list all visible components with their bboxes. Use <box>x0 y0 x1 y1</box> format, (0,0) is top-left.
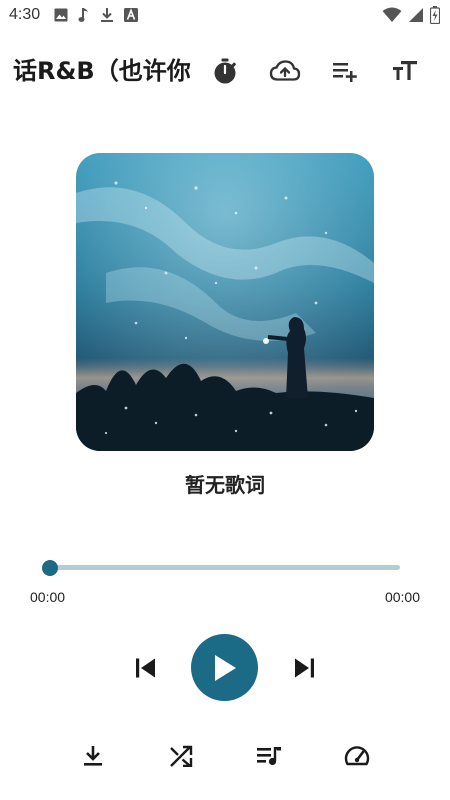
album-art <box>76 153 374 451</box>
skip-next-icon <box>295 658 314 678</box>
wifi-icon <box>382 7 402 23</box>
play-button[interactable] <box>191 634 258 701</box>
notification-icons <box>54 7 139 23</box>
signal-icon <box>408 7 424 23</box>
text-size-button[interactable] <box>388 54 422 88</box>
timer-icon <box>214 58 236 84</box>
system-icons <box>382 6 440 24</box>
text-size-icon <box>393 61 417 80</box>
playlist-add-icon <box>333 63 357 82</box>
playback-speed-button[interactable] <box>339 738 375 774</box>
previous-button[interactable] <box>127 650 163 686</box>
play-icon <box>214 654 236 681</box>
speed-icon <box>344 746 370 766</box>
shuffle-icon <box>170 745 193 767</box>
cloud-upload-icon <box>269 60 301 81</box>
image-icon <box>54 8 68 22</box>
queue-button[interactable] <box>251 738 287 774</box>
download-button[interactable] <box>75 738 111 774</box>
status-bar: 4:30 <box>0 0 450 30</box>
progress-thumb[interactable] <box>42 560 58 576</box>
battery-icon <box>430 6 440 24</box>
upload-button[interactable] <box>268 54 302 88</box>
queue-music-icon <box>257 747 281 766</box>
download-icon <box>100 7 114 23</box>
music-note-icon <box>78 7 90 23</box>
skip-previous-icon <box>136 658 155 678</box>
progress-slider[interactable] <box>42 560 400 576</box>
lyrics-text: 暂无歌词 <box>185 473 265 497</box>
add-to-playlist-button[interactable] <box>328 54 362 88</box>
player-header: 话R&B（也许你 <box>0 46 450 94</box>
a-font-icon <box>124 8 139 22</box>
next-button[interactable] <box>287 650 323 686</box>
progress-track <box>50 565 400 570</box>
song-title: 话R&B（也许你 <box>13 57 191 85</box>
shuffle-button[interactable] <box>163 738 199 774</box>
status-time: 4:30 <box>9 6 41 23</box>
sleep-timer-button[interactable] <box>208 54 242 88</box>
download-icon <box>84 746 102 766</box>
total-time: 00:00 <box>384 589 420 605</box>
current-time: 00:00 <box>30 589 66 605</box>
